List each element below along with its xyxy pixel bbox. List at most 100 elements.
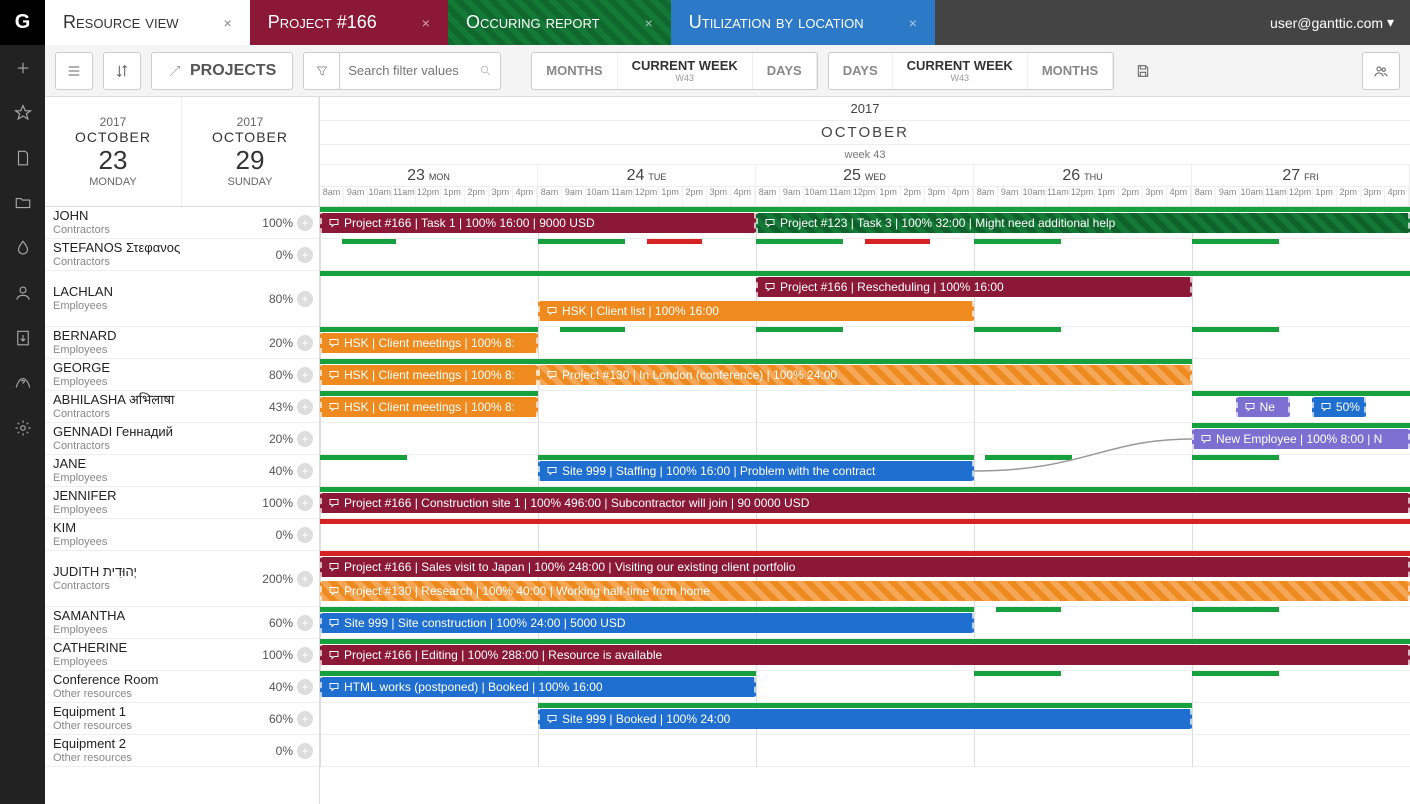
export-icon[interactable] [0, 315, 45, 360]
header-year: 2017 [320, 97, 1410, 121]
resource-row[interactable]: GENNADI ГеннадийContractors20%+ [45, 423, 319, 455]
nav-months-back[interactable]: MONTHS [532, 53, 617, 89]
hour-label: 2pm [465, 187, 489, 206]
save-icon[interactable] [1124, 52, 1162, 90]
close-icon[interactable]: × [422, 15, 430, 31]
add-task-icon[interactable]: + [297, 711, 313, 727]
resource-row[interactable]: ABHILASHA अभिलाषाContractors43%+ [45, 391, 319, 423]
add-task-icon[interactable]: + [297, 463, 313, 479]
gantt-grid[interactable]: 2017 OCTOBER week 43 23 mon8am9am10am11a… [320, 97, 1410, 804]
tab-occuring-report[interactable]: Occuring report× [448, 0, 671, 45]
drop-icon[interactable] [0, 225, 45, 270]
resource-row[interactable]: STEFANOS ΣτεφανοςContractors0%+ [45, 239, 319, 271]
logo[interactable]: G [0, 0, 45, 45]
search-input[interactable] [340, 63, 470, 78]
add-task-icon[interactable]: + [297, 291, 313, 307]
add-task-icon[interactable]: + [297, 679, 313, 695]
add-task-icon[interactable]: + [297, 367, 313, 383]
add-task-icon[interactable]: + [297, 247, 313, 263]
filter-icon[interactable] [304, 53, 340, 89]
help-icon[interactable] [0, 360, 45, 405]
add-task-icon[interactable]: + [297, 431, 313, 447]
nav-months-fwd[interactable]: MONTHS [1028, 53, 1113, 89]
hour-label: 8am [756, 187, 780, 206]
resource-row[interactable]: SAMANTHAEmployees60%+ [45, 607, 319, 639]
hour-label: 4pm [1385, 187, 1409, 206]
add-task-icon[interactable]: + [297, 335, 313, 351]
hour-label: 12pm [416, 187, 440, 206]
hour-label: 9am [1216, 187, 1240, 206]
hour-label: 8am [974, 187, 998, 206]
resource-row[interactable]: Conference RoomOther resources40%+ [45, 671, 319, 703]
hour-label: 2pm [683, 187, 707, 206]
add-icon[interactable] [0, 45, 45, 90]
resource-name: Equipment 1 [53, 705, 269, 719]
close-icon[interactable]: × [645, 15, 653, 31]
nav-current-week[interactable]: CURRENT WEEKW43 [618, 53, 753, 89]
hour-label: 3pm [1143, 187, 1167, 206]
add-task-icon[interactable]: + [297, 571, 313, 587]
sort-button[interactable] [103, 52, 141, 90]
timeline-nav-fwd: DAYS CURRENT WEEKW43 MONTHS [828, 52, 1114, 90]
resource-row[interactable]: CATHERINEEmployees100%+ [45, 639, 319, 671]
add-task-icon[interactable]: + [297, 399, 313, 415]
resource-name: GENNADI Геннадий [53, 425, 269, 439]
add-task-icon[interactable]: + [297, 615, 313, 631]
resource-row[interactable]: BERNARDEmployees20%+ [45, 327, 319, 359]
nav-days-fwd[interactable]: DAYS [829, 53, 893, 89]
resource-group: Contractors [53, 580, 262, 592]
hour-label: 11am [1264, 187, 1288, 206]
utilization-pct: 80% [269, 292, 293, 306]
day-header[interactable]: 26 thu [974, 165, 1191, 187]
resource-row[interactable]: Equipment 1Other resources60%+ [45, 703, 319, 735]
hour-label: 4pm [1167, 187, 1191, 206]
day-header[interactable]: 27 fri [1192, 165, 1409, 187]
resource-row[interactable]: KIMEmployees0%+ [45, 519, 319, 551]
resource-name: STEFANOS Στεφανος [53, 241, 276, 255]
add-task-icon[interactable]: + [297, 215, 313, 231]
user-icon[interactable] [0, 270, 45, 315]
hour-label: 2pm [1119, 187, 1143, 206]
day-header[interactable]: 23 mon [320, 165, 537, 187]
tab-bar: Resource view× Project #166× Occuring re… [45, 0, 1410, 45]
utilization-pct: 60% [269, 712, 293, 726]
add-task-icon[interactable]: + [297, 527, 313, 543]
utilization-pct: 60% [269, 616, 293, 630]
resource-row[interactable]: Equipment 2Other resources0%+ [45, 735, 319, 767]
add-task-icon[interactable]: + [297, 495, 313, 511]
search-icon[interactable] [470, 64, 500, 77]
tab-resource-view[interactable]: Resource view× [45, 0, 250, 45]
users-button[interactable] [1362, 52, 1400, 90]
resource-row[interactable]: JANEEmployees40%+ [45, 455, 319, 487]
nav-days-back[interactable]: DAYS [753, 53, 817, 89]
page-icon[interactable] [0, 135, 45, 180]
hour-label: 8am [538, 187, 562, 206]
projects-button[interactable]: PROJECTS [151, 52, 293, 90]
hour-label: 1pm [441, 187, 465, 206]
resource-row[interactable]: GEORGEEmployees80%+ [45, 359, 319, 391]
utilization-pct: 100% [262, 648, 293, 662]
folder-icon[interactable] [0, 180, 45, 225]
list-view-button[interactable] [55, 52, 93, 90]
resource-row[interactable]: JOHNContractors100%+ [45, 207, 319, 239]
resource-column: 2017OCTOBER23MONDAY 2017OCTOBER29SUNDAY … [45, 97, 320, 804]
tab-project-166[interactable]: Project #166× [250, 0, 448, 45]
settings-icon[interactable] [0, 405, 45, 450]
utilization-pct: 40% [269, 680, 293, 694]
resource-name: LACHLAN [53, 285, 269, 299]
add-task-icon[interactable]: + [297, 647, 313, 663]
close-icon[interactable]: × [224, 15, 232, 31]
hour-label: 12pm [1288, 187, 1312, 206]
close-icon[interactable]: × [909, 15, 917, 31]
resource-row[interactable]: JUDITH יְהוּדִיתContractors200%+ [45, 551, 319, 607]
day-header[interactable]: 25 wed [756, 165, 973, 187]
nav-current-week-fwd[interactable]: CURRENT WEEKW43 [893, 53, 1028, 89]
hour-label: 8am [320, 187, 344, 206]
day-header[interactable]: 24 tue [538, 165, 755, 187]
resource-row[interactable]: LACHLANEmployees80%+ [45, 271, 319, 327]
star-icon[interactable] [0, 90, 45, 135]
resource-row[interactable]: JENNIFEREmployees100%+ [45, 487, 319, 519]
user-menu[interactable]: user@ganttic.com ▾ [1254, 0, 1410, 45]
tab-utilization[interactable]: Utilization by location× [671, 0, 935, 45]
add-task-icon[interactable]: + [297, 743, 313, 759]
